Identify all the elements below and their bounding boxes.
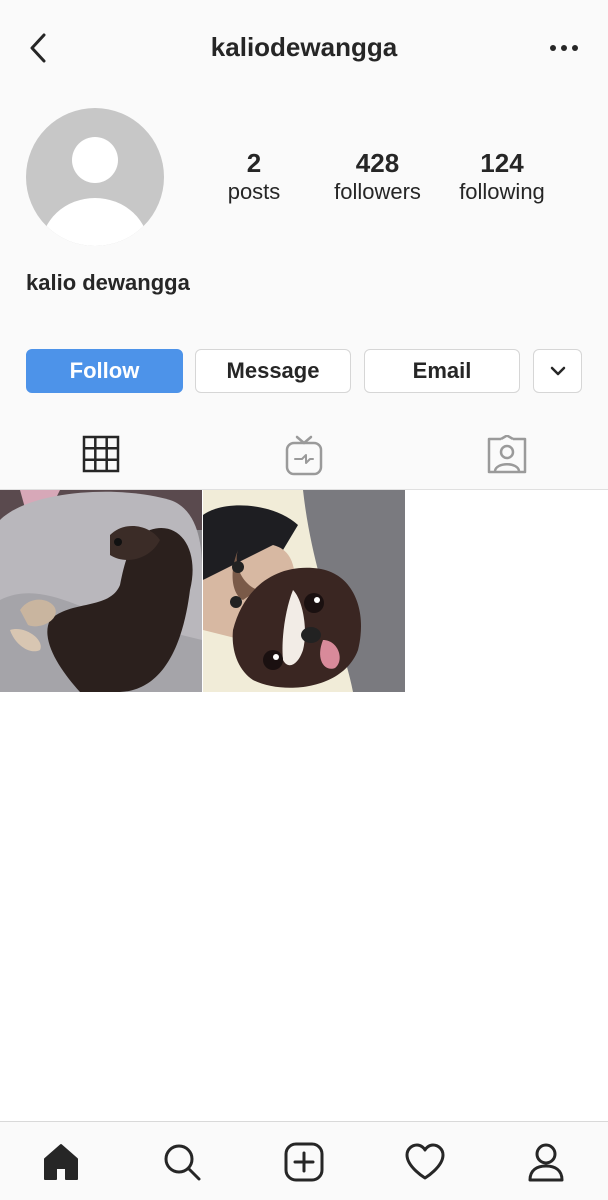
- plus-square-icon: [284, 1142, 324, 1182]
- chevron-down-icon: [550, 366, 565, 376]
- profile-stats: 2 posts 428 followers 124 following: [192, 148, 582, 218]
- following-stat[interactable]: 124 following: [444, 148, 560, 206]
- posts-count: 2: [246, 148, 262, 178]
- followers-count: 428: [355, 148, 400, 178]
- search-icon: [164, 1144, 201, 1181]
- following-count: 124: [480, 148, 524, 178]
- more-horizontal-icon: [550, 45, 578, 51]
- posts-label: posts: [227, 179, 281, 204]
- photo-selfie-with-dog-image: [203, 490, 405, 692]
- heart-icon: [405, 1143, 445, 1180]
- grid-icon: [82, 435, 120, 473]
- home-icon: [44, 1144, 78, 1180]
- nav-home[interactable]: [39, 1140, 83, 1184]
- email-button[interactable]: Email: [364, 349, 520, 393]
- igtv-icon: [285, 435, 323, 476]
- page-title: kaliodewangga: [210, 32, 398, 62]
- message-button[interactable]: Message: [195, 349, 351, 393]
- posts-stat[interactable]: 2 posts: [202, 148, 306, 206]
- profile-tabs: [0, 420, 608, 490]
- tab-igtv[interactable]: [203, 420, 405, 490]
- nav-activity[interactable]: [403, 1140, 447, 1184]
- bottom-tab-bar: [0, 1121, 608, 1200]
- following-label: following: [459, 179, 545, 204]
- default-avatar-icon: [41, 137, 149, 246]
- follow-button[interactable]: Follow: [26, 349, 183, 393]
- tab-tagged[interactable]: [406, 420, 608, 490]
- post-thumbnail-1[interactable]: [0, 490, 202, 692]
- top-nav-bar: kaliodewangga: [0, 0, 608, 96]
- followers-stat[interactable]: 428 followers: [320, 148, 435, 206]
- profile-full-name: kalio dewangga: [26, 270, 190, 295]
- nav-profile[interactable]: [524, 1140, 568, 1184]
- suggested-accounts-button[interactable]: [533, 349, 582, 393]
- post-thumbnail-2[interactable]: [203, 490, 405, 692]
- followers-label: followers: [334, 179, 421, 204]
- more-options-button[interactable]: [544, 32, 584, 64]
- avatar[interactable]: [26, 108, 164, 246]
- tagged-user-icon: [487, 435, 527, 474]
- nav-new-post[interactable]: [282, 1140, 326, 1184]
- photo-dog-sleeping-image: [0, 490, 202, 692]
- tab-grid[interactable]: [0, 420, 202, 490]
- nav-search[interactable]: [160, 1140, 204, 1184]
- user-icon: [528, 1143, 564, 1182]
